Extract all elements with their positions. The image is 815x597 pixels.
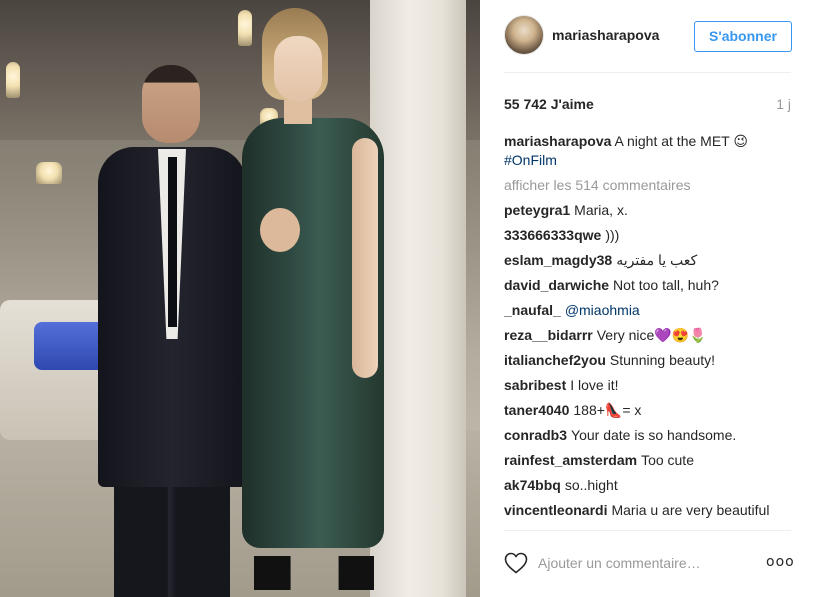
comment-item: rainfest_amsterdam Too cute <box>504 451 791 476</box>
comment-username[interactable]: rainfest_amsterdam <box>504 452 637 468</box>
comment-text: Stunning beauty! <box>609 352 716 368</box>
caption-text: A night at the MET <box>614 133 730 149</box>
comment-text: I love it! <box>570 377 619 393</box>
post-photo[interactable] <box>0 0 480 597</box>
comment-text: Maria, x. <box>574 202 628 218</box>
comment-text: كعب يا مفتريه <box>616 252 698 268</box>
comment-username[interactable]: sabribest <box>504 377 566 393</box>
comment-item: taner4040 188+👠= x <box>504 401 791 426</box>
comment-username[interactable]: conradb3 <box>504 427 567 443</box>
comment-item: conradb3 Your date is so handsome. <box>504 426 791 451</box>
comment-item: eslam_magdy38 كعب يا مفتريه <box>504 251 791 276</box>
comment-item: italianchef2you Stunning beauty! <box>504 351 791 376</box>
comment-item: david_darwiche Not too tall, huh? <box>504 276 791 301</box>
comment-username[interactable]: _naufal_ <box>504 302 561 318</box>
likes-row: 55 742 J'aime 1 j <box>504 96 791 114</box>
comment-text: ))) <box>605 227 620 243</box>
divider <box>504 72 791 73</box>
comment-text: Your date is so handsome. <box>571 427 737 443</box>
comment-item: peteygra1 Maria, x. <box>504 201 791 226</box>
comment-text: Too cute <box>641 452 694 468</box>
comment-item: sabribest I love it! <box>504 376 791 401</box>
photo-woman <box>232 8 402 597</box>
post-author-username[interactable]: mariasharapova <box>552 27 659 43</box>
comment-username[interactable]: reza__bidarrr <box>504 327 593 343</box>
comment-username[interactable]: taner4040 <box>504 402 569 418</box>
add-comment-input[interactable] <box>538 552 756 574</box>
divider <box>504 530 791 531</box>
comment-username[interactable]: eslam_magdy38 <box>504 252 612 268</box>
caption-hashtag[interactable]: #OnFilm <box>504 152 557 168</box>
view-all-comments-link[interactable]: afficher les 514 commentaires <box>504 176 791 194</box>
post-header: mariasharapova S'abonner <box>480 0 815 72</box>
add-comment-row: ooo <box>504 548 794 578</box>
comment-username[interactable]: peteygra1 <box>504 202 570 218</box>
comments-fade <box>504 520 791 530</box>
comment-username[interactable]: vincentleonardi <box>504 502 607 518</box>
comment-text: Not too tall, huh? <box>613 277 719 293</box>
comment-item: reza__bidarrr Very nice💜😍🌷 <box>504 326 791 351</box>
comments-list[interactable]: mariasharapova A night at the MET 😉 #OnF… <box>504 132 791 530</box>
heart-icon[interactable] <box>504 552 528 574</box>
comment-text: 188+👠= x <box>573 402 642 418</box>
more-options-icon[interactable]: ooo <box>766 554 794 572</box>
comment-text: so..hight <box>564 477 618 493</box>
post-timestamp[interactable]: 1 j <box>776 96 791 112</box>
comment-mention[interactable]: @miaohmia <box>565 302 640 318</box>
comment-text: Maria u are very beautiful <box>611 502 770 518</box>
wink-emoji-icon: 😉 <box>733 134 748 150</box>
comment-item: _naufal_ @miaohmia <box>504 301 791 326</box>
likes-count[interactable]: 55 742 J'aime <box>504 96 594 112</box>
comment-item: 333666333qwe))) <box>504 226 791 251</box>
caption-username[interactable]: mariasharapova <box>504 133 611 149</box>
photo-lamp <box>36 162 62 184</box>
comment-item: ak74bbq so..hight <box>504 476 791 501</box>
follow-button[interactable]: S'abonner <box>694 21 792 52</box>
post-side-panel: mariasharapova S'abonner 55 742 J'aime 1… <box>480 0 815 597</box>
comment-username[interactable]: 333666333qwe <box>504 227 601 243</box>
comment-username[interactable]: ak74bbq <box>504 477 561 493</box>
post-caption: mariasharapova A night at the MET 😉 #OnF… <box>504 132 791 169</box>
comment-username[interactable]: david_darwiche <box>504 277 609 293</box>
avatar[interactable] <box>504 15 544 55</box>
comment-username[interactable]: italianchef2you <box>504 352 606 368</box>
comment-text: Very nice💜😍🌷 <box>596 327 707 343</box>
photo-man <box>92 65 252 597</box>
photo-lamp <box>6 62 20 98</box>
